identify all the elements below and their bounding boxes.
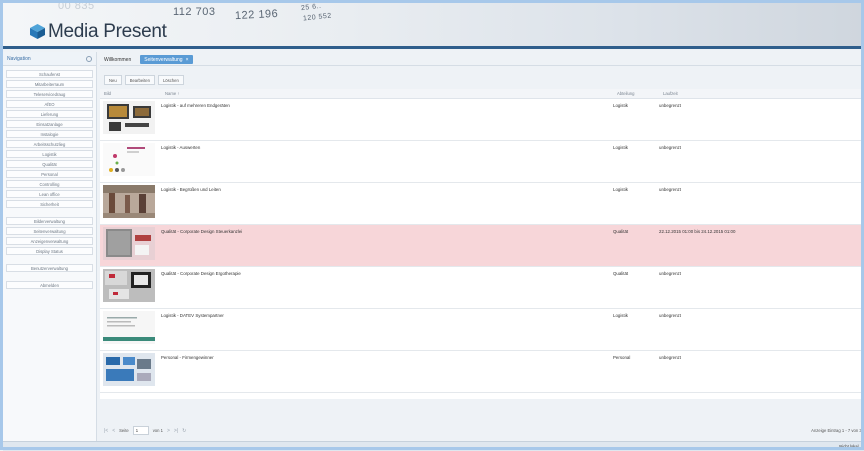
next-page-icon[interactable]: >: [167, 428, 170, 434]
row-thumbnail: [103, 227, 155, 260]
column-header-department[interactable]: Abteilung: [613, 91, 659, 96]
tab-seitenverwaltung[interactable]: Seitenverwaltung ×: [140, 55, 193, 64]
sidebar-item-qualitaet[interactable]: Qualität: [6, 160, 93, 168]
row-department: Logistik: [613, 145, 628, 150]
sidebar-item-display-status[interactable]: Display Status: [6, 247, 93, 255]
sidebar-item[interactable]: Arbeitsschutzlieg: [6, 140, 93, 148]
row-name: Qualität - Corporate Design Ergotherapie: [161, 271, 241, 276]
row-runtime: unbegrenzt: [659, 271, 681, 276]
row-thumbnail: [103, 185, 155, 218]
delete-button[interactable]: Löschen: [157, 75, 184, 85]
sidebar-item-personal[interactable]: Personal: [6, 170, 93, 178]
table-row[interactable]: Qualität - Corporate Design Ergotherapie…: [100, 267, 864, 309]
row-thumbnail: [103, 353, 155, 386]
row-department: Personal: [613, 355, 631, 360]
row-name: Logistik - Begrüßen und Leiten: [161, 187, 221, 192]
sidebar-item[interactable]: Lieferung: [6, 110, 93, 118]
row-thumbnail: [103, 269, 155, 302]
grid-header: Bild Name ↑ Abteilung Laufzeit: [100, 89, 864, 99]
row-name: Logistik - DATEV Systempartner: [161, 313, 224, 318]
row-name: Logistik - auf mehreren Endgeräten: [161, 103, 230, 108]
page-input[interactable]: 1: [132, 426, 149, 435]
header-bg-number: 00 835: [58, 3, 95, 12]
row-department: Logistik: [613, 187, 628, 192]
column-header-image[interactable]: Bild: [100, 91, 161, 96]
sidebar-item-abmelden[interactable]: Abmelden: [6, 281, 93, 289]
close-icon[interactable]: ×: [186, 57, 189, 63]
header-bg-number: 112 703: [173, 6, 216, 18]
pager: |< < Seite 1 von 1 > >| ↻: [104, 426, 186, 435]
sidebar-item[interactable]: Instalogie: [6, 130, 93, 138]
table-row[interactable]: Personal - Firmengewinner Personal unbeg…: [100, 351, 864, 393]
row-thumbnail: [103, 143, 155, 176]
sidebar-item-controlling[interactable]: Controlling: [6, 180, 93, 188]
row-runtime: unbegrenzt: [659, 313, 681, 318]
row-department: Logistik: [613, 103, 628, 108]
row-runtime: unbegrenzt: [659, 355, 681, 360]
tab-divider: [100, 65, 864, 66]
tab-bar: Willkommen Seitenverwaltung ×: [100, 54, 193, 65]
edit-button[interactable]: Bearbeiten: [124, 75, 155, 85]
page-label: Seite: [119, 428, 129, 433]
sidebar-item[interactable]: AfEO: [6, 100, 93, 108]
new-button[interactable]: Neu: [104, 75, 122, 85]
row-department: Logistik: [613, 313, 628, 318]
sidebar-item-bilderverwaltung[interactable]: Bilderverwaltung: [6, 217, 93, 225]
last-page-icon[interactable]: >|: [174, 428, 178, 434]
logo-icon: [30, 24, 45, 39]
row-runtime: unbegrenzt: [659, 187, 681, 192]
row-runtime: 22.12.2015 01:00 bis 24.12.2015 01:00: [659, 229, 736, 234]
collapse-icon[interactable]: [86, 55, 92, 62]
sidebar-item-sicherheit[interactable]: Sicherheit: [6, 200, 93, 208]
row-runtime: unbegrenzt: [659, 103, 681, 108]
page-count: von 1: [152, 428, 163, 433]
app-header: 00 835 112 703 122 196 25 6.. 120 552 Me…: [3, 3, 864, 46]
header-rule: [3, 46, 864, 49]
sidebar-title: Navigation: [7, 55, 31, 62]
refresh-icon[interactable]: ↻: [182, 428, 186, 434]
row-department: Qualität: [613, 271, 629, 276]
status-text: Nicht lokal...: [839, 444, 862, 449]
row-name: Logistik - Auswerten: [161, 145, 201, 150]
sidebar-item-seitenverwaltung[interactable]: Seitenverwaltung: [6, 227, 93, 235]
row-name: Qualität - Corporate Design Steuerkanzle…: [161, 229, 243, 234]
sidebar-item-benutzerverwaltung[interactable]: Benutzerverwaltung: [6, 264, 93, 272]
sidebar-item[interactable]: Teleservicedraug: [6, 90, 93, 98]
row-thumbnail: [103, 101, 155, 134]
table-row[interactable]: Logistik - Begrüßen und Leiten Logistik …: [100, 183, 864, 225]
sidebar-item[interactable]: Schaufenst: [6, 70, 93, 78]
table-row-selected[interactable]: Qualität - Corporate Design Steuerkanzle…: [100, 225, 864, 267]
sidebar-item[interactable]: Einsatzanlage: [6, 120, 93, 128]
header-bg-number: 120 552: [302, 12, 333, 23]
pager-info: Anzeige Eintrag 1 - 7 von 32: [811, 428, 864, 433]
sidebar-item-logistik[interactable]: Logistik: [6, 150, 93, 158]
sidebar-item-lean-office[interactable]: Lean office: [6, 190, 93, 198]
tab-label: Seitenverwaltung: [144, 56, 183, 63]
table-row[interactable]: Logistik - Auswerten Logistik unbegrenzt: [100, 141, 864, 183]
header-bg-number: 122 196: [234, 7, 279, 23]
header-bg-number: 25 6..: [300, 3, 322, 13]
column-header-name[interactable]: Name ↑: [161, 91, 613, 96]
row-department: Qualität: [613, 229, 629, 234]
logo-text: Media Present: [48, 21, 167, 42]
table-row[interactable]: Logistik - DATEV Systempartner Logistik …: [100, 309, 864, 351]
sidebar-item-anzeigenverwaltung[interactable]: Anzeigenverwaltung: [6, 237, 93, 245]
row-runtime: unbegrenzt: [659, 145, 681, 150]
pages-grid: Bild Name ↑ Abteilung Laufzeit Logistik …: [100, 89, 864, 399]
table-row[interactable]: Logistik - auf mehreren Endgeräten Logis…: [100, 99, 864, 141]
prev-page-icon[interactable]: <: [112, 428, 115, 434]
first-page-icon[interactable]: |<: [104, 428, 108, 434]
sidebar: Navigation Schaufenst Mitarbeiterraum Te…: [3, 52, 97, 441]
row-name: Personal - Firmengewinner: [161, 355, 214, 360]
toolbar: Neu Bearbeiten Löschen: [104, 75, 184, 85]
tab-welcome[interactable]: Willkommen: [100, 55, 135, 64]
sidebar-item[interactable]: Mitarbeiterraum: [6, 80, 93, 88]
sidebar-header: Navigation: [3, 52, 96, 66]
row-thumbnail: [103, 311, 155, 344]
column-header-runtime[interactable]: Laufzeit: [659, 91, 864, 96]
